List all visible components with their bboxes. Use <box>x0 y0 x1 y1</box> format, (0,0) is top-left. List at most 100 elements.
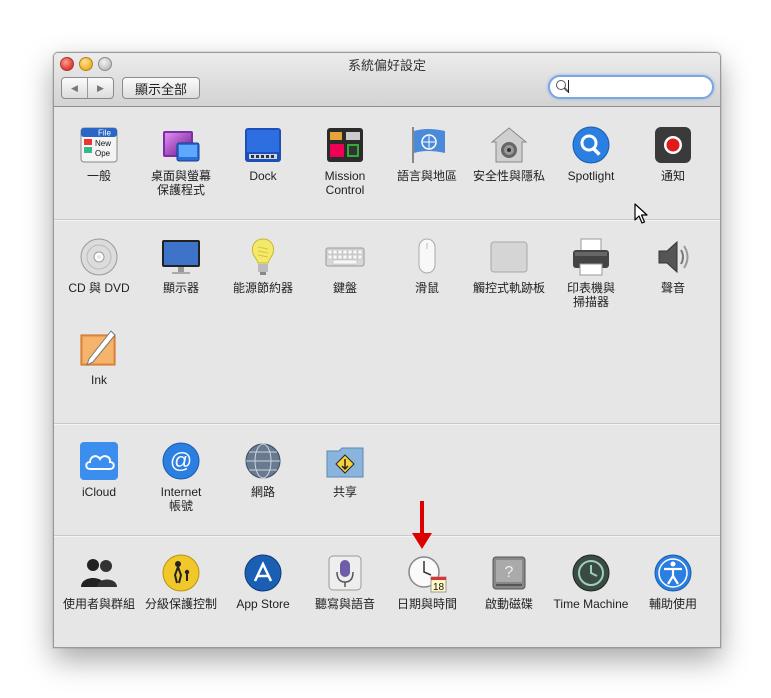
pane-label: iCloud <box>81 485 117 499</box>
search-field[interactable] <box>548 75 714 99</box>
pane-label: Internet 帳號 <box>160 485 202 513</box>
pane-label: 網路 <box>250 485 275 499</box>
pane-label: 印表機與 掃描器 <box>566 281 615 309</box>
mission-control-icon <box>325 125 365 165</box>
pane-label: Ink <box>90 373 107 387</box>
pane-file[interactable]: File New Ope 一般 <box>58 125 140 183</box>
back-forward-buttons: ◀ ▶ <box>61 77 114 99</box>
pane-time-machine[interactable]: Time Machine <box>550 553 632 611</box>
svg-text:@: @ <box>170 448 192 473</box>
system-preferences-window: 系統偏好設定 ◀ ▶ 顯示全部 File New Ope 一般 桌面與螢幕 保護程式 Do… <box>53 52 721 648</box>
svg-text:18: 18 <box>433 582 445 593</box>
pane-app-store[interactable]: App Store <box>222 553 304 611</box>
show-all-button[interactable]: 顯示全部 <box>122 77 200 99</box>
disc-icon <box>79 237 119 277</box>
globe-icon <box>243 441 283 481</box>
pane-section-4: 使用者與群組 分級保護控制 App Store 聽寫與語音 18 日期與時間? 啟動磁碟 Ti… <box>54 535 720 647</box>
annotation-arrow <box>420 501 424 537</box>
app-store-icon <box>243 553 283 593</box>
pane-label: 輔助使用 <box>648 597 697 611</box>
pane-label: 滑鼠 <box>414 281 439 295</box>
pane-speaker[interactable]: 聲音 <box>632 237 714 295</box>
pane-label: 聲音 <box>660 281 685 295</box>
file-icon: File New Ope <box>79 125 119 165</box>
keyboard-icon <box>325 237 365 277</box>
pane-desktop[interactable]: 桌面與螢幕 保護程式 <box>140 125 222 197</box>
flag-icon <box>407 125 447 165</box>
forward-button[interactable]: ▶ <box>87 78 113 98</box>
window-title: 系統偏好設定 <box>347 58 426 73</box>
pane-section-1: File New Ope 一般 桌面與螢幕 保護程式 Dock Mission Contro… <box>54 107 720 219</box>
speaker-icon <box>653 237 693 277</box>
toolbar: 系統偏好設定 ◀ ▶ 顯示全部 <box>54 53 720 107</box>
pane-shared-folder[interactable]: 共享 <box>304 441 386 499</box>
trackpad-icon <box>489 237 529 277</box>
pane-label: 顯示器 <box>162 281 199 295</box>
pane-label: 使用者與群組 <box>62 597 135 611</box>
pane-printer[interactable]: 印表機與 掃描器 <box>550 237 632 309</box>
pane-magnifier[interactable]: Spotlight <box>550 125 632 183</box>
pane-section-2: CD 與 DVD 顯示器 能源節約器 鍵盤 滑鼠 觸控式軌跡板 印表機與 掃描器 聲音 Ink <box>54 219 720 423</box>
desktop-icon <box>161 125 201 165</box>
pane-ink-pen[interactable]: Ink <box>58 329 140 387</box>
pane-label: Dock <box>249 169 277 183</box>
notification-icon <box>653 125 693 165</box>
pane-label: 聽寫與語音 <box>314 597 375 611</box>
pane-label: CD 與 DVD <box>68 281 130 295</box>
cloud-icon <box>79 441 119 481</box>
pane-users[interactable]: 使用者與群組 <box>58 553 140 611</box>
parental-icon <box>161 553 201 593</box>
pane-flag[interactable]: 語言與地區 <box>386 125 468 183</box>
search-icon <box>556 80 566 90</box>
pane-label: Mission Control <box>324 169 366 197</box>
pane-label: 語言與地區 <box>396 169 457 183</box>
svg-text:File: File <box>98 129 111 138</box>
monitor-icon <box>161 237 201 277</box>
pane-hard-drive[interactable]: ? 啟動磁碟 <box>468 553 550 611</box>
pane-label: 通知 <box>660 169 685 183</box>
pane-label: Time Machine <box>553 597 629 611</box>
ink-pen-icon <box>79 329 119 369</box>
back-button[interactable]: ◀ <box>62 78 87 98</box>
pane-at[interactable]: @ Internet 帳號 <box>140 441 222 513</box>
printer-icon <box>571 237 611 277</box>
svg-text:New: New <box>95 139 111 148</box>
pane-dock[interactable]: Dock <box>222 125 304 183</box>
pane-label: 日期與時間 <box>396 597 457 611</box>
pane-label: 鍵盤 <box>332 281 357 295</box>
pane-label: 桌面與螢幕 保護程式 <box>150 169 211 197</box>
pane-accessibility[interactable]: 輔助使用 <box>632 553 714 611</box>
pane-notification[interactable]: 通知 <box>632 125 714 183</box>
pane-label: 能源節約器 <box>232 281 293 295</box>
pane-label: 共享 <box>332 485 357 499</box>
pane-mission-control[interactable]: Mission Control <box>304 125 386 197</box>
at-icon: @ <box>161 441 201 481</box>
pane-label: 啟動磁碟 <box>484 597 533 611</box>
pane-keyboard[interactable]: 鍵盤 <box>304 237 386 295</box>
dock-icon <box>243 125 283 165</box>
pane-parental[interactable]: 分級保護控制 <box>140 553 222 611</box>
pane-cloud[interactable]: iCloud <box>58 441 140 499</box>
pane-microphone[interactable]: 聽寫與語音 <box>304 553 386 611</box>
clock-calendar-icon: 18 <box>407 553 447 593</box>
svg-text:?: ? <box>505 564 514 581</box>
pane-globe[interactable]: 網路 <box>222 441 304 499</box>
pane-mouse[interactable]: 滑鼠 <box>386 237 468 295</box>
annotation-arrow-head <box>412 533 432 549</box>
text-caret <box>568 80 569 93</box>
section-divider <box>54 535 720 537</box>
pane-label: App Store <box>236 597 290 611</box>
pane-disc[interactable]: CD 與 DVD <box>58 237 140 295</box>
mouse-cursor-icon <box>634 203 648 224</box>
pane-label: Spotlight <box>567 169 615 183</box>
time-machine-icon <box>571 553 611 593</box>
pane-clock-calendar[interactable]: 18 日期與時間 <box>386 553 468 611</box>
pane-label: 安全性與隱私 <box>472 169 545 183</box>
magnifier-icon <box>571 125 611 165</box>
section-divider <box>54 423 720 425</box>
pane-trackpad[interactable]: 觸控式軌跡板 <box>468 237 550 295</box>
pane-house-lock[interactable]: 安全性與隱私 <box>468 125 550 183</box>
pane-label: 觸控式軌跡板 <box>472 281 545 295</box>
pane-bulb[interactable]: 能源節約器 <box>222 237 304 295</box>
pane-monitor[interactable]: 顯示器 <box>140 237 222 295</box>
